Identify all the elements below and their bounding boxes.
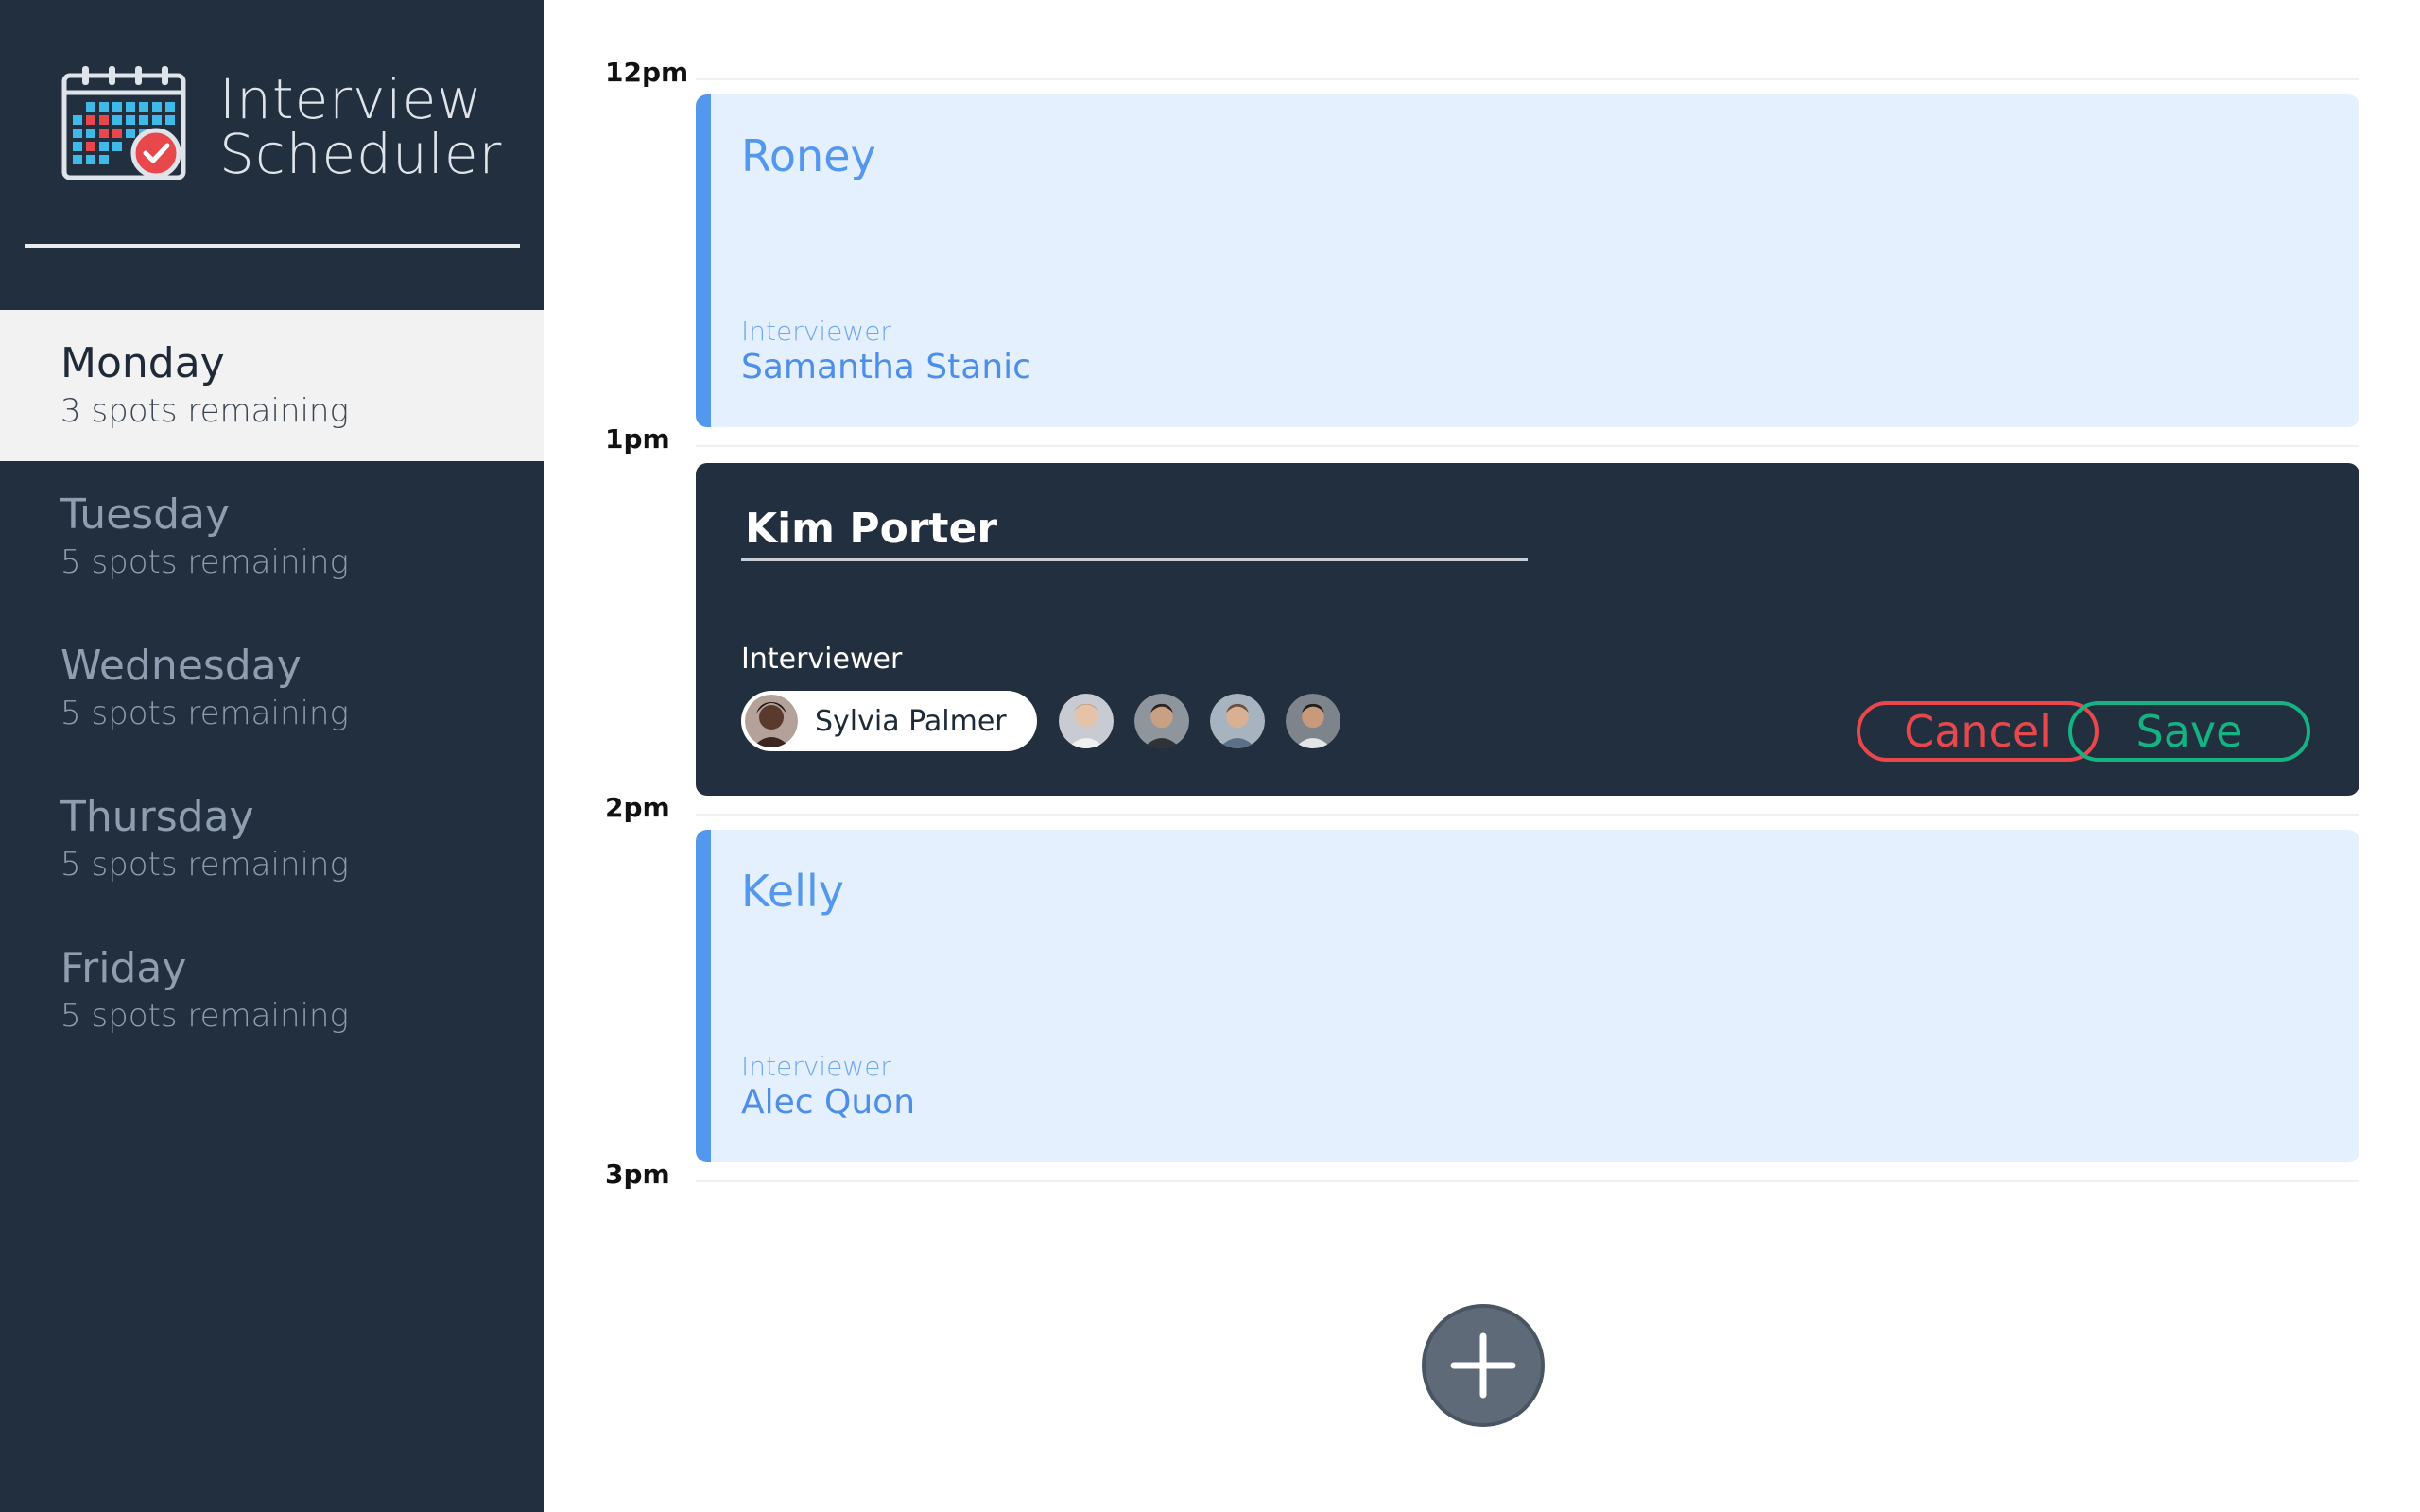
day-name: Thursday: [60, 793, 254, 841]
day-name: Tuesday: [60, 490, 231, 539]
time-label: 2pm: [605, 792, 670, 823]
time-label: 3pm: [605, 1159, 670, 1190]
appointment-card[interactable]: Roney Interviewer Samantha Stanic: [696, 94, 2360, 427]
student-name-input[interactable]: [741, 499, 1528, 561]
day-spots: 5 spots remaining: [60, 695, 349, 732]
appointment-card[interactable]: Kelly Interviewer Alec Quon: [696, 830, 2360, 1162]
hour-divider: [696, 445, 2360, 447]
day-name: Friday: [60, 944, 187, 992]
interviewer-label: Interviewer: [741, 1051, 891, 1082]
interviewer-name: Alec Quon: [741, 1083, 916, 1122]
hour-divider: [696, 1180, 2360, 1182]
interviewer-picker: Sylvia Palmer: [741, 690, 1343, 752]
interviewer-avatar[interactable]: [1207, 691, 1268, 751]
day-item-friday[interactable]: Friday 5 spots remaining: [0, 915, 544, 1066]
avatar: [745, 695, 798, 747]
day-name: Monday: [60, 339, 225, 387]
sidebar-divider: [25, 244, 520, 248]
app-title: Interview Scheduler: [219, 72, 502, 181]
day-spots: 5 spots remaining: [60, 846, 349, 884]
day-spots: 5 spots remaining: [60, 997, 349, 1035]
time-label: 12pm: [605, 57, 689, 88]
selected-interviewer-chip[interactable]: Sylvia Palmer: [741, 691, 1037, 751]
day-item-tuesday[interactable]: Tuesday 5 spots remaining: [0, 461, 544, 612]
hour-divider: [696, 814, 2360, 816]
appointment-edit-form: Interviewer Sylvia Palmer: [696, 463, 2360, 796]
time-label: 1pm: [605, 423, 670, 455]
interviewer-avatar[interactable]: [1132, 691, 1192, 751]
schedule: 12pm Roney Interviewer Samantha Stanic 1…: [544, 0, 2420, 1512]
plus-icon: [1450, 1332, 1516, 1399]
day-item-monday[interactable]: Monday 3 spots remaining: [0, 310, 544, 461]
hour-divider: [696, 78, 2360, 80]
interviewer-avatar[interactable]: [1283, 691, 1343, 751]
app: Interview Scheduler Monday 3 spots remai…: [0, 0, 2420, 1512]
day-name: Wednesday: [60, 642, 302, 690]
interviewer-label: Interviewer: [741, 316, 891, 347]
app-title-line2: Scheduler: [219, 122, 503, 186]
student-name: Roney: [741, 130, 876, 181]
student-name: Kelly: [741, 866, 844, 917]
day-spots: 3 spots remaining: [60, 392, 349, 430]
sidebar: Interview Scheduler Monday 3 spots remai…: [0, 0, 544, 1512]
calendar-check-icon: [61, 66, 186, 180]
day-item-wednesday[interactable]: Wednesday 5 spots remaining: [0, 612, 544, 764]
save-button[interactable]: Save: [2068, 701, 2310, 762]
interviewer-label: Interviewer: [741, 643, 903, 676]
interviewer-name: Samantha Stanic: [741, 348, 1031, 387]
selected-interviewer-name: Sylvia Palmer: [815, 704, 1007, 738]
day-list: Monday 3 spots remaining Tuesday 5 spots…: [0, 310, 544, 1066]
brand: Interview Scheduler: [61, 66, 501, 189]
day-spots: 5 spots remaining: [60, 543, 349, 581]
interviewer-avatar[interactable]: [1056, 691, 1116, 751]
cancel-button[interactable]: Cancel: [1857, 701, 2099, 762]
add-appointment-button[interactable]: [1422, 1304, 1545, 1427]
day-item-thursday[interactable]: Thursday 5 spots remaining: [0, 764, 544, 915]
